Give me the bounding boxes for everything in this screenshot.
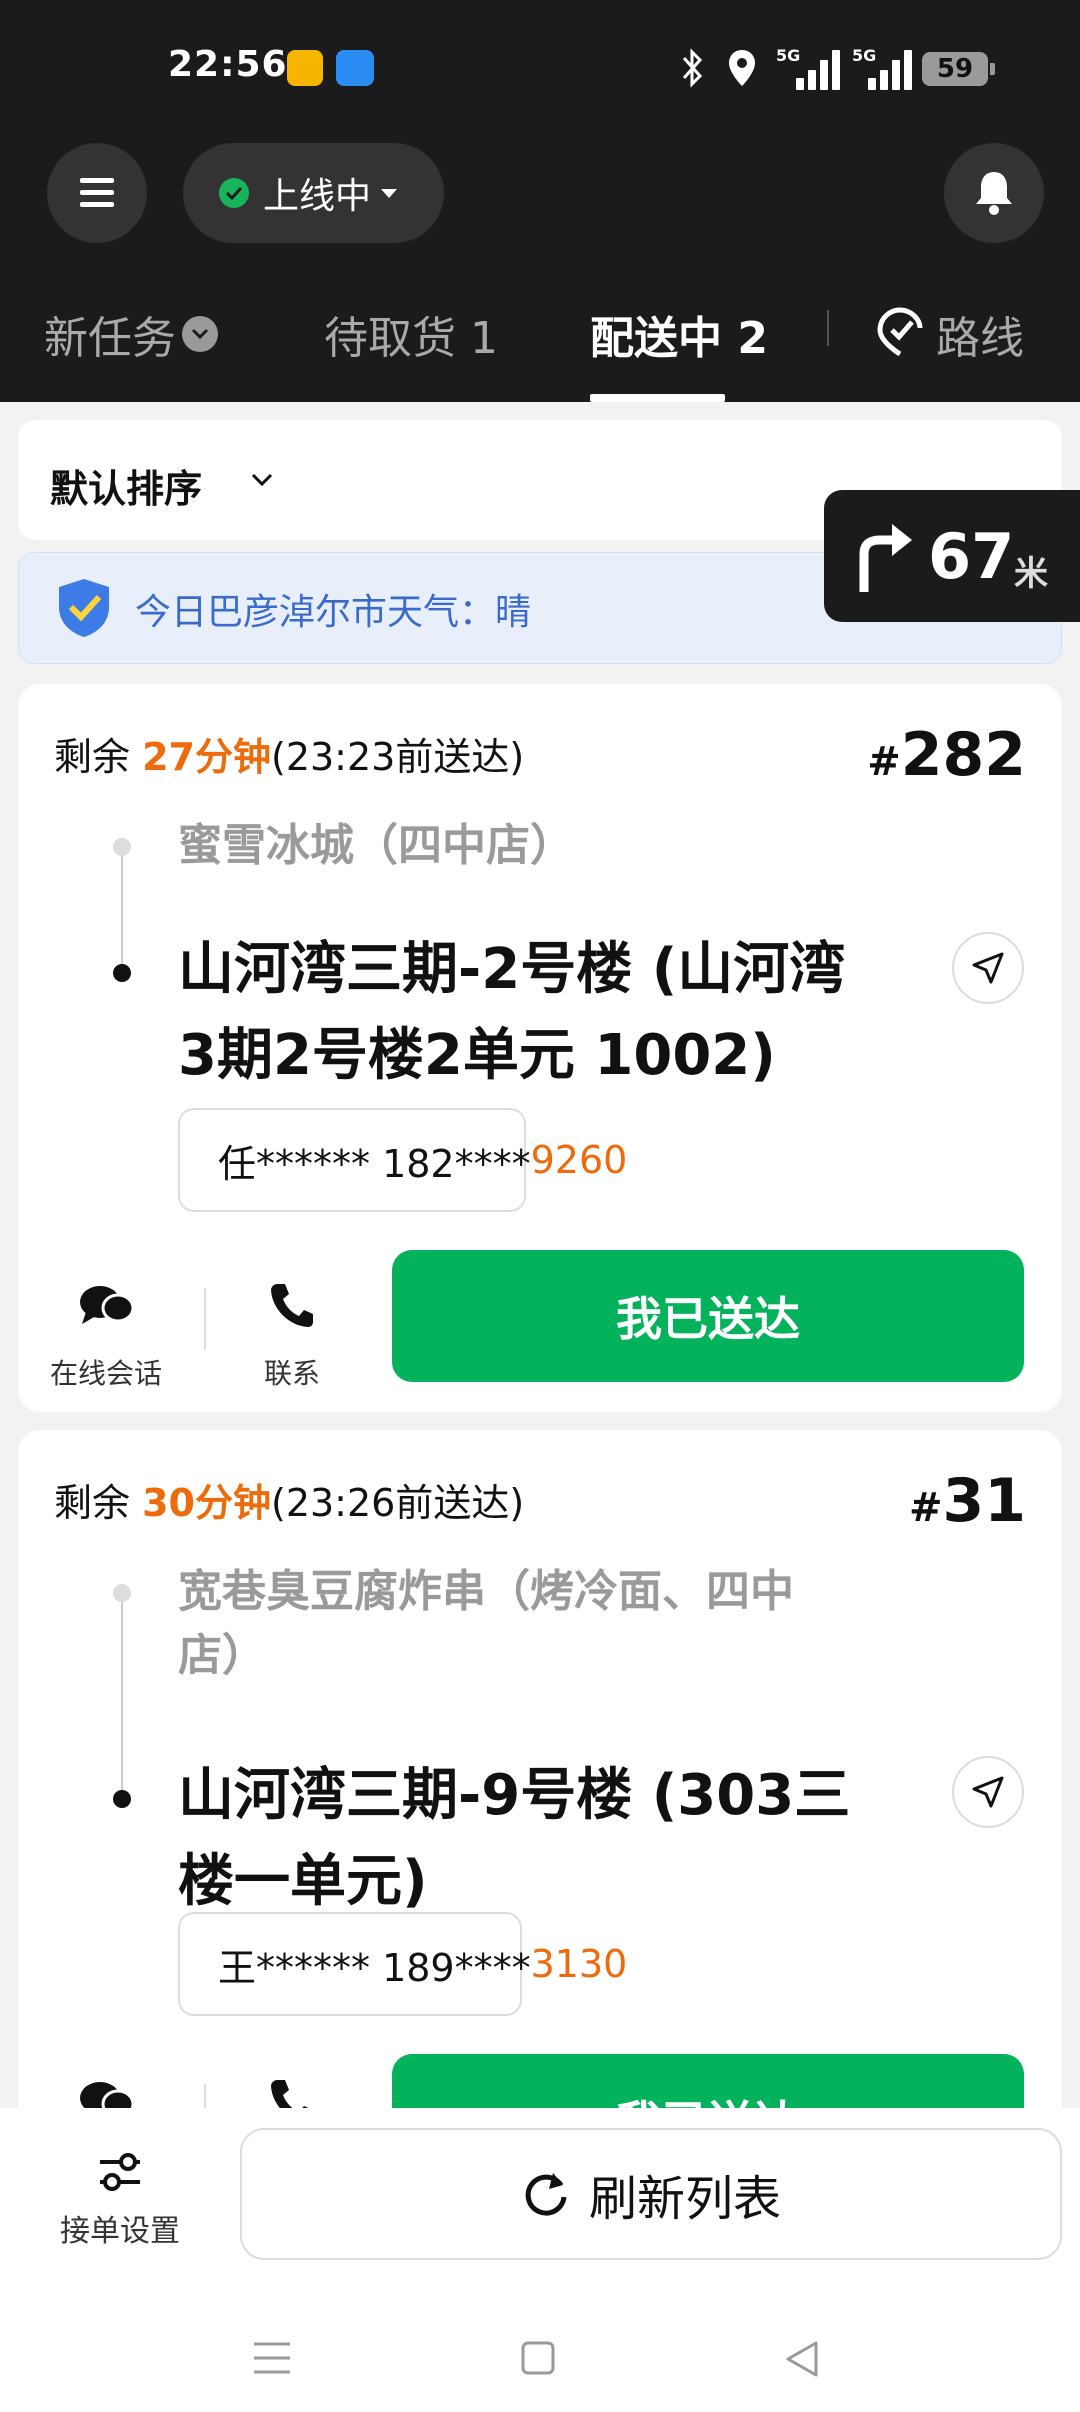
shop-name: 蜜雪冰城（四中店）: [178, 820, 574, 871]
pickup-dot: [113, 838, 131, 856]
timeline-line: [121, 1602, 123, 1790]
weather-text: 今日巴彦淖尔市天气：晴: [135, 592, 532, 633]
caret-down-icon: [381, 188, 398, 198]
chevron-down-icon: [182, 316, 218, 352]
chevron-down-icon: [251, 473, 273, 487]
notification-button[interactable]: [944, 143, 1044, 243]
location-icon: [729, 50, 755, 86]
menu-button[interactable]: [47, 143, 147, 243]
turn-hint-panel[interactable]: 67 米: [824, 490, 1080, 622]
dropoff-dot: [113, 964, 131, 982]
app-notification-icon: [287, 50, 323, 86]
recent-apps-icon[interactable]: [252, 2340, 292, 2376]
app-notification-icon-2: [336, 50, 374, 86]
tab-divider: [827, 310, 829, 346]
home-icon[interactable]: [520, 2340, 556, 2376]
tab-bar: 新任务 待取货 1 配送中 2 路线: [0, 290, 1080, 402]
navigate-button[interactable]: [952, 932, 1024, 1004]
order-number: #31: [908, 1466, 1026, 1536]
sliders-icon: [100, 2153, 140, 2191]
phone-icon: [271, 1284, 313, 1327]
signal-icon-2: 5G: [852, 46, 916, 90]
route-icon: [877, 307, 923, 357]
customer-phone-chip[interactable]: 任****** 182**** 9260: [178, 1108, 627, 1212]
delivery-address-line1: 山河湾三期-9号楼 (303三: [178, 1763, 851, 1828]
bell-icon: [976, 172, 1012, 215]
dropoff-dot: [113, 1790, 131, 1808]
turn-right-icon: [859, 524, 912, 592]
navigation-arrow-icon: [972, 1776, 1004, 1808]
online-status-label: 上线中: [263, 176, 372, 217]
order-card[interactable]: 剩余 27分钟(23:23前送达) #282 蜜雪冰城（四中店） 山河湾三期-2…: [18, 684, 1062, 1412]
delivery-address-line1: 山河湾三期-2号楼 (山河湾: [178, 937, 846, 1002]
order-settings-button[interactable]: 接单设置: [40, 2138, 200, 2249]
order-card[interactable]: 剩余 30分钟(23:26前送达) #31 宽巷臭豆腐炸串（烤冷面、四中 店） …: [18, 1430, 1062, 2186]
tab-delivering[interactable]: 配送中 2: [590, 290, 768, 402]
status-bar: 22:56 5G 5G 59: [0, 0, 1080, 130]
order-number: #282: [867, 720, 1026, 790]
back-icon[interactable]: [784, 2340, 820, 2378]
chat-bubbles-icon: [80, 1286, 134, 1324]
contact-button[interactable]: 联系: [222, 1264, 362, 1394]
battery-indicator: 59: [922, 52, 995, 86]
distance-unit: 米: [1014, 554, 1048, 594]
turn-distance: 67: [928, 520, 1015, 593]
pickup-dot: [113, 1584, 131, 1602]
tab-route[interactable]: 路线: [874, 290, 1024, 402]
status-time: 22:56: [168, 44, 288, 85]
menu-icon: [80, 178, 114, 207]
tab-new-tasks[interactable]: 新任务: [44, 290, 218, 402]
active-tab-indicator: [590, 394, 725, 402]
remaining-time: 剩余 27分钟(23:23前送达): [54, 735, 525, 779]
shop-name-line2: 店）: [178, 1630, 266, 1681]
bluetooth-icon: [682, 48, 703, 88]
shop-name-line1: 宽巷臭豆腐炸串（烤冷面、四中: [178, 1566, 794, 1617]
online-status-dropdown[interactable]: 上线中: [183, 143, 444, 243]
navigation-arrow-icon: [972, 952, 1004, 984]
bottom-bar: 接单设置 刷新列表: [0, 2108, 1080, 2412]
delivery-address-line2: 3期2号楼2单元 1002): [178, 1023, 776, 1088]
action-divider: [204, 1288, 206, 1350]
system-navigation-bar: [0, 2340, 1080, 2400]
refresh-icon: [525, 2173, 567, 2216]
signal-icon: 5G: [776, 46, 840, 90]
shield-icon: [59, 579, 109, 637]
sort-dropdown[interactable]: 默认排序: [50, 458, 202, 513]
navigate-button[interactable]: [952, 1756, 1024, 1828]
delivered-button[interactable]: 我已送达: [392, 1250, 1024, 1382]
tab-pending-pickup[interactable]: 待取货 1: [324, 290, 498, 402]
check-icon: [219, 178, 249, 208]
remaining-time: 剩余 30分钟(23:26前送达): [54, 1481, 525, 1525]
customer-phone-chip[interactable]: 王****** 189**** 3130: [178, 1912, 627, 2016]
timeline-line: [121, 856, 123, 964]
top-header: 22:56 5G 5G 59 上线中 新任务 待取货 1 配送中 2 路线: [0, 0, 1080, 402]
online-chat-button[interactable]: 在线会话: [36, 1264, 176, 1394]
refresh-list-button[interactable]: 刷新列表: [240, 2128, 1062, 2260]
